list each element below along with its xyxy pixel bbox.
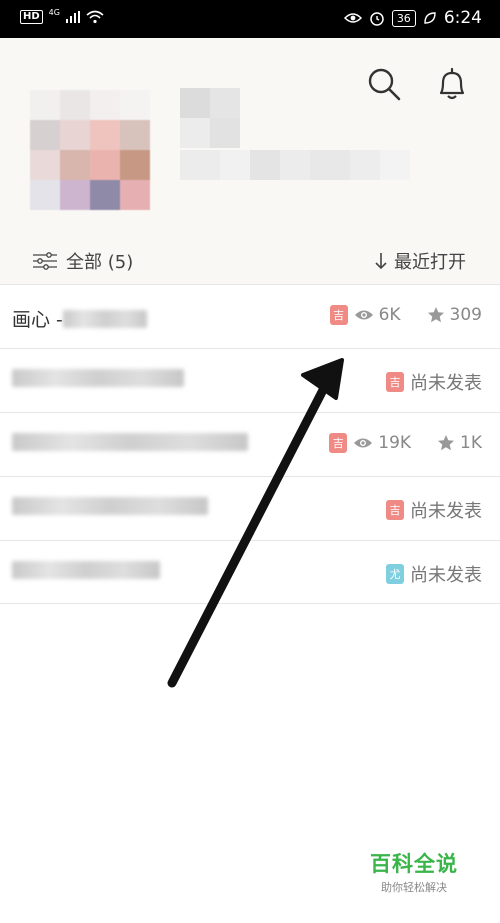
status-left: HD 4G [20,7,104,24]
stars-stat: 309 [427,305,482,325]
signal-icon [65,11,80,23]
alarm-icon [370,12,384,26]
list-item[interactable]: 吉 尚未发表 [0,348,500,412]
item-title [12,561,160,579]
item-title-text: 画心 - [12,309,63,331]
views-count: 6K [378,305,401,325]
bell-icon[interactable] [432,64,472,104]
list-item[interactable]: 画心 - 吉 6K 309 [0,284,500,348]
status-right: 36 6:24 [343,8,482,28]
story-list: 画心 - 吉 6K 309 吉 尚未发表 吉 19K 1K 吉 尚未发表 尤 尚… [0,284,500,604]
item-title-blurred [12,433,248,451]
watermark-title: 百科全说 [370,852,458,876]
filter-sliders-icon [33,252,57,270]
item-meta: 吉 尚未发表 [386,497,482,523]
avatar[interactable] [30,90,150,210]
views-stat: 6K [354,305,401,325]
star-icon [427,307,444,323]
views-count: 19K [378,433,412,453]
item-meta: 尤 尚未发表 [386,561,482,587]
search-icon[interactable] [364,64,404,104]
status-label: 尚未发表 [410,565,482,586]
profile-subtext-blurred [180,150,410,180]
item-title-blurred [12,497,208,515]
watermark: 百科全说 助你轻松解决 [364,848,464,895]
hd-indicator: HD [20,10,43,24]
category-badge: 吉 [329,433,348,453]
status-label: 尚未发表 [410,373,482,394]
watermark-subtitle: 助你轻松解决 [381,881,447,894]
item-title-blurred [12,561,160,579]
leaf-icon [424,12,436,24]
status-bar: HD 4G 36 6:24 [0,0,500,38]
item-meta: 吉 19K 1K [329,433,482,453]
list-item[interactable]: 吉 19K 1K [0,412,500,476]
item-meta: 吉 尚未发表 [386,369,482,395]
username-blurred [180,88,240,148]
network-type: 4G [48,7,60,17]
list-item[interactable]: 吉 尚未发表 [0,476,500,540]
wifi-icon [86,10,104,24]
arrow-down-icon [375,253,387,270]
stars-count: 309 [449,305,482,325]
eye-icon [354,438,373,448]
item-title [12,497,208,515]
item-title [12,433,248,451]
category-badge: 吉 [329,305,348,325]
battery-indicator: 36 [391,9,416,27]
category-badge: 尤 [386,564,404,584]
item-title [12,369,184,387]
item-title: 画心 - [12,305,147,332]
eye-icon [354,310,373,320]
sort-button[interactable]: 最近打开 [374,248,466,274]
filter-all-label: 全部 (5) [66,252,134,273]
stars-stat: 1K [437,433,482,453]
item-meta: 吉 6K 309 [329,305,482,325]
item-title-blurred [12,369,184,387]
stars-count: 1K [460,433,482,453]
list-item[interactable]: 尤 尚未发表 [0,540,500,604]
sort-label: 最近打开 [394,252,466,273]
clock-time: 6:24 [443,8,482,28]
category-badge: 吉 [386,372,404,392]
views-stat: 19K [353,433,411,453]
category-badge: 吉 [386,500,404,520]
item-title-blurred [62,309,147,328]
status-label: 尚未发表 [410,501,482,522]
star-icon [438,435,455,451]
eye-icon [343,13,362,23]
filter-bar: 全部 (5) 最近打开 [0,240,500,284]
profile-header: 全部 (5) 最近打开 [0,38,500,284]
filter-all-button[interactable]: 全部 (5) [32,248,133,274]
